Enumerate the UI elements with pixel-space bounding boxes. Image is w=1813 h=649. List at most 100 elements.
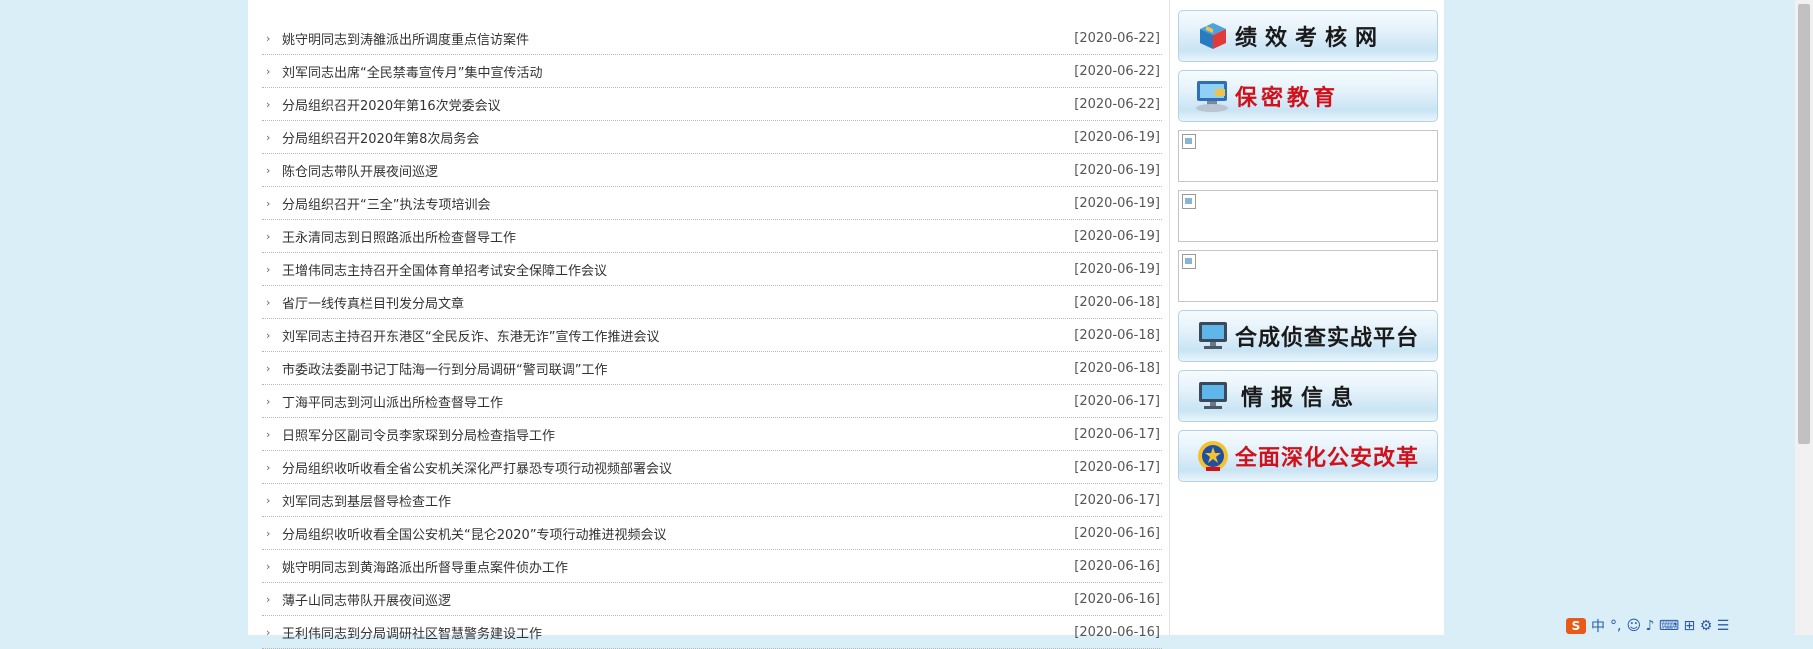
news-date: [2020-06-19] bbox=[1074, 261, 1160, 277]
banner-performance-evaluation[interactable]: 绩效考核网 bbox=[1178, 10, 1438, 62]
banner-label: 全面深化公安改革 bbox=[1235, 445, 1420, 471]
police-emblem-icon bbox=[1191, 439, 1235, 473]
news-title-link[interactable]: 王增伟同志主持召开全国体育单招考试安全保障工作会议 bbox=[282, 260, 607, 279]
news-item-left: › 陈仓同志带队开展夜间巡逻 bbox=[262, 161, 438, 180]
news-item: › 日照军分区副司令员李家琛到分局检查指导工作 [2020-06-17] bbox=[262, 418, 1162, 451]
banner-label: 保密教育 bbox=[1235, 85, 1340, 111]
news-item: › 分局组织收听收看全国公安机关“昆仑2020”专项行动推进视频会议 [2020-0… bbox=[262, 517, 1162, 550]
computer-icon bbox=[1191, 79, 1235, 113]
news-item: › 分局组织收听收看全省公安机关深化严打暴恐专项行动视频部署会议 [2020-06-… bbox=[262, 451, 1162, 484]
news-title-link[interactable]: 刘军同志到基层督导检查工作 bbox=[282, 491, 451, 510]
news-date: [2020-06-17] bbox=[1074, 492, 1160, 508]
cube-icon bbox=[1191, 21, 1235, 51]
news-title-link[interactable]: 姚守明同志到黄海路派出所督导重点案件侦办工作 bbox=[282, 557, 568, 576]
news-title-link[interactable]: 刘军同志主持召开东港区“全民反诈、东港无诈”宣传工作推进会议 bbox=[282, 326, 659, 345]
sogou-logo-icon[interactable]: S bbox=[1566, 618, 1586, 634]
bullet-icon: › bbox=[266, 625, 271, 639]
banner-police-reform[interactable]: 全面深化公安改革 bbox=[1178, 430, 1438, 482]
news-title-link[interactable]: 王永清同志到日照路派出所检查督导工作 bbox=[282, 227, 516, 246]
ime-extra-tools[interactable]: ☺ ♪ ⌨ ⊞ ⚙ ☰ bbox=[1626, 618, 1729, 634]
news-date: [2020-06-22] bbox=[1074, 63, 1160, 79]
news-date: [2020-06-19] bbox=[1074, 228, 1160, 244]
news-item: › 丁海平同志到河山派出所检查督导工作 [2020-06-17] bbox=[262, 385, 1162, 418]
news-title-link[interactable]: 分局组织召开“三全”执法专项培训会 bbox=[282, 194, 490, 213]
news-item: › 陈仓同志带队开展夜间巡逻 [2020-06-19] bbox=[262, 154, 1162, 187]
scrollbar-thumb[interactable] bbox=[1798, 4, 1810, 444]
news-item: › 分局组织召开2020年第16次党委会议 [2020-06-22] bbox=[262, 88, 1162, 121]
news-title-link[interactable]: 分局组织收听收看全国公安机关“昆仑2020”专项行动推进视频会议 bbox=[282, 524, 667, 543]
news-title-link[interactable]: 日照军分区副司令员李家琛到分局检查指导工作 bbox=[282, 425, 555, 444]
sidebar: 绩效考核网 保密教育 合成侦查实战平台 情报信息 全面深化公安改革 bbox=[1178, 10, 1438, 490]
ime-toolbar[interactable]: S 中 °, ☺ ♪ ⌨ ⊞ ⚙ ☰ bbox=[1566, 617, 1796, 635]
news-item-left: › 姚守明同志到涛雒派出所调度重点信访案件 bbox=[262, 29, 529, 48]
banner-intelligence-info[interactable]: 情报信息 bbox=[1178, 370, 1438, 422]
news-title-link[interactable]: 刘军同志出席“全民禁毒宣传月”集中宣传活动 bbox=[282, 62, 542, 81]
news-item-left: › 刘军同志主持召开东港区“全民反诈、东港无诈”宣传工作推进会议 bbox=[262, 326, 659, 345]
broken-image-icon bbox=[1182, 194, 1196, 209]
news-item-left: › 王增伟同志主持召开全国体育单招考试安全保障工作会议 bbox=[262, 260, 607, 279]
news-title-link[interactable]: 分局组织收听收看全省公安机关深化严打暴恐专项行动视频部署会议 bbox=[282, 458, 672, 477]
bullet-icon: › bbox=[266, 427, 271, 441]
news-item-left: › 分局组织召开“三全”执法专项培训会 bbox=[262, 194, 490, 213]
news-title-link[interactable]: 市委政法委副书记丁陆海一行到分局调研“警司联调”工作 bbox=[282, 359, 607, 378]
bullet-icon: › bbox=[266, 196, 271, 210]
broken-image-3[interactable] bbox=[1178, 250, 1438, 302]
news-item: › 薄子山同志带队开展夜间巡逻 [2020-06-16] bbox=[262, 583, 1162, 616]
news-date: [2020-06-18] bbox=[1074, 327, 1160, 343]
banner-label: 情报信息 bbox=[1241, 385, 1362, 411]
news-date: [2020-06-16] bbox=[1074, 558, 1160, 574]
news-title-link[interactable]: 陈仓同志带队开展夜间巡逻 bbox=[282, 161, 438, 180]
banner-joint-investigation-platform[interactable]: 合成侦查实战平台 bbox=[1178, 310, 1438, 362]
news-date: [2020-06-19] bbox=[1074, 129, 1160, 145]
column-divider bbox=[1169, 0, 1170, 635]
bullet-icon: › bbox=[266, 295, 271, 309]
broken-image-icon bbox=[1182, 254, 1196, 269]
banner-secrecy-education[interactable]: 保密教育 bbox=[1178, 70, 1438, 122]
news-item: › 姚守明同志到涛雒派出所调度重点信访案件 [2020-06-22] bbox=[262, 22, 1162, 55]
news-list: › 姚守明同志到涛雒派出所调度重点信访案件 [2020-06-22] › 刘军同志出席“… bbox=[262, 22, 1162, 649]
monitor-icon bbox=[1191, 380, 1235, 412]
news-item: › 刘军同志出席“全民禁毒宣传月”集中宣传活动 [2020-06-22] bbox=[262, 55, 1162, 88]
bullet-icon: › bbox=[266, 130, 271, 144]
news-item: › 姚守明同志到黄海路派出所督导重点案件侦办工作 [2020-06-16] bbox=[262, 550, 1162, 583]
news-title-link[interactable]: 王利伟同志到分局调研社区智慧警务建设工作 bbox=[282, 623, 542, 642]
news-item-left: › 薄子山同志带队开展夜间巡逻 bbox=[262, 590, 451, 609]
news-item: › 王增伟同志主持召开全国体育单招考试安全保障工作会议 [2020-06-19] bbox=[262, 253, 1162, 286]
bullet-icon: › bbox=[266, 394, 271, 408]
news-title-link[interactable]: 分局组织召开2020年第16次党委会议 bbox=[282, 95, 501, 114]
news-item-left: › 刘军同志到基层督导检查工作 bbox=[262, 491, 451, 510]
bullet-icon: › bbox=[266, 328, 271, 342]
news-item-left: › 王永清同志到日照路派出所检查督导工作 bbox=[262, 227, 516, 246]
news-item-left: › 姚守明同志到黄海路派出所督导重点案件侦办工作 bbox=[262, 557, 568, 576]
news-item: › 王利伟同志到分局调研社区智慧警务建设工作 [2020-06-16] bbox=[262, 616, 1162, 649]
news-title-link[interactable]: 薄子山同志带队开展夜间巡逻 bbox=[282, 590, 451, 609]
bullet-icon: › bbox=[266, 262, 271, 276]
news-item: › 市委政法委副书记丁陆海一行到分局调研“警司联调”工作 [2020-06-18] bbox=[262, 352, 1162, 385]
news-date: [2020-06-17] bbox=[1074, 459, 1160, 475]
bullet-icon: › bbox=[266, 559, 271, 573]
news-item-left: › 市委政法委副书记丁陆海一行到分局调研“警司联调”工作 bbox=[262, 359, 607, 378]
broken-image-1[interactable] bbox=[1178, 130, 1438, 182]
news-item-left: › 分局组织召开2020年第8次局务会 bbox=[262, 128, 479, 147]
vertical-scrollbar[interactable] bbox=[1795, 0, 1813, 635]
news-title-link[interactable]: 丁海平同志到河山派出所检查督导工作 bbox=[282, 392, 503, 411]
ime-mode-toggle[interactable]: 中 bbox=[1591, 616, 1605, 636]
news-item: › 刘军同志到基层督导检查工作 [2020-06-17] bbox=[262, 484, 1162, 517]
ime-punct-toggle[interactable]: °, bbox=[1610, 618, 1621, 634]
bullet-icon: › bbox=[266, 361, 271, 375]
news-title-link[interactable]: 姚守明同志到涛雒派出所调度重点信访案件 bbox=[282, 29, 529, 48]
bullet-icon: › bbox=[266, 592, 271, 606]
news-date: [2020-06-18] bbox=[1074, 360, 1160, 376]
news-item: › 刘军同志主持召开东港区“全民反诈、东港无诈”宣传工作推进会议 [2020-06-… bbox=[262, 319, 1162, 352]
news-title-link[interactable]: 分局组织召开2020年第8次局务会 bbox=[282, 128, 479, 147]
banner-label: 合成侦查实战平台 bbox=[1235, 325, 1420, 351]
news-item-left: › 刘军同志出席“全民禁毒宣传月”集中宣传活动 bbox=[262, 62, 542, 81]
broken-image-2[interactable] bbox=[1178, 190, 1438, 242]
news-date: [2020-06-19] bbox=[1074, 195, 1160, 211]
news-date: [2020-06-22] bbox=[1074, 96, 1160, 112]
news-title-link[interactable]: 省厅一线传真栏目刊发分局文章 bbox=[282, 293, 464, 312]
news-date: [2020-06-18] bbox=[1074, 294, 1160, 310]
news-item-left: › 分局组织收听收看全国公安机关“昆仑2020”专项行动推进视频会议 bbox=[262, 524, 667, 543]
news-item-left: › 王利伟同志到分局调研社区智慧警务建设工作 bbox=[262, 623, 542, 642]
news-date: [2020-06-16] bbox=[1074, 525, 1160, 541]
